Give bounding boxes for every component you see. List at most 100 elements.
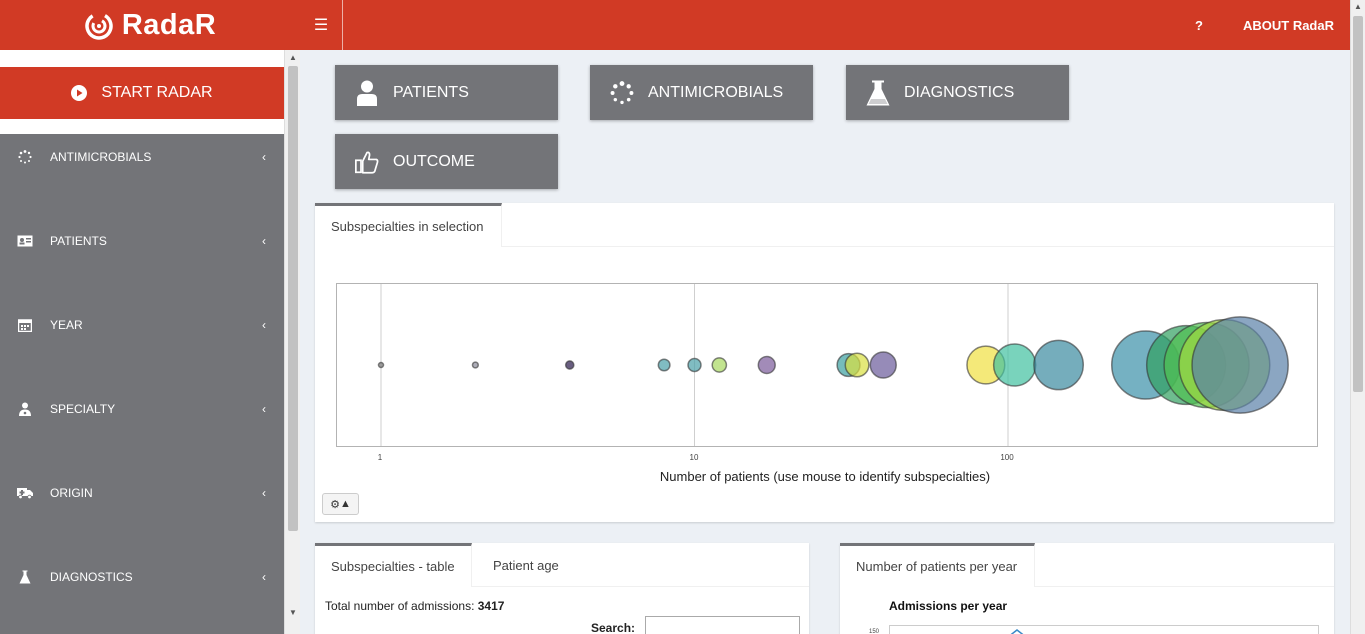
total-admissions: Total number of admissions: 3417 bbox=[325, 599, 504, 613]
bubble-chart[interactable] bbox=[337, 284, 1317, 446]
app-name: RadaR bbox=[121, 8, 217, 41]
diagnostics-button-label: DIAGNOSTICS bbox=[904, 83, 1015, 101]
year-chart-title: Admissions per year bbox=[889, 599, 1008, 613]
bubble-point[interactable] bbox=[657, 358, 671, 372]
bubble-point[interactable] bbox=[844, 352, 870, 378]
antimicrobials-button[interactable]: ANTIMICROBIALS bbox=[590, 65, 813, 120]
subspecialties-box: Subspecialties in selection 1 10 100 Num… bbox=[315, 203, 1334, 522]
user-icon bbox=[355, 80, 379, 106]
bubble-point[interactable] bbox=[1191, 316, 1289, 414]
bubble-point[interactable] bbox=[869, 351, 897, 379]
scroll-down-arrow-icon[interactable]: ▼ bbox=[289, 608, 297, 617]
sidebar-item-label: SPECIALTY bbox=[50, 402, 116, 416]
flask-icon bbox=[0, 570, 50, 584]
subspecialties-tabs: Subspecialties in selection bbox=[315, 203, 1334, 247]
sidebar-menu: START RADAR ANTIMICROBIALS ‹ PATIENTS ‹ bbox=[0, 50, 284, 634]
antimicrobials-button-label: ANTIMICROBIALS bbox=[648, 83, 784, 101]
start-radar-label: START RADAR bbox=[101, 84, 213, 101]
tab-patients-per-year[interactable]: Number of patients per year bbox=[840, 543, 1035, 587]
year-tabs: Number of patients per year bbox=[840, 543, 1334, 587]
patients-button-label: PATIENTS bbox=[393, 83, 469, 101]
sidebar-item-label: YEAR bbox=[50, 318, 83, 332]
sidebar-item-diagnostics[interactable]: DIAGNOSTICS ‹ bbox=[0, 557, 284, 597]
tab-label: Subspecialties - table bbox=[331, 559, 455, 574]
total-admissions-value: 3417 bbox=[477, 599, 505, 613]
help-link[interactable]: ? bbox=[1195, 18, 1203, 33]
tab-subspecialties-table[interactable]: Subspecialties - table bbox=[315, 543, 472, 587]
sidebar-item-origin[interactable]: ORIGIN ‹ bbox=[0, 473, 284, 513]
bubble-point[interactable] bbox=[711, 357, 728, 373]
play-circle-icon bbox=[71, 85, 88, 101]
table-tabs: Subspecialties - table Patient age bbox=[315, 543, 809, 587]
diagnostics-button[interactable]: DIAGNOSTICS bbox=[846, 65, 1069, 120]
plot-settings-button[interactable]: ⚙ ▲ bbox=[322, 493, 359, 515]
radar-logo-icon bbox=[85, 12, 113, 40]
total-admissions-label: Total number of admissions: bbox=[325, 599, 475, 613]
bubble-point[interactable] bbox=[471, 361, 480, 369]
sidebar-item-label: ANTIMICROBIALS bbox=[50, 150, 152, 164]
table-search-input[interactable] bbox=[645, 616, 800, 634]
chevron-left-icon: ‹ bbox=[262, 234, 266, 248]
chevron-left-icon: ‹ bbox=[262, 402, 266, 416]
start-radar-button[interactable]: START RADAR bbox=[0, 67, 284, 119]
bubble-point[interactable] bbox=[757, 355, 776, 375]
top-nav: ? ABOUT RadaR bbox=[1195, 0, 1334, 50]
sidebar-item-specialty[interactable]: SPECIALTY ‹ bbox=[0, 389, 284, 429]
id-card-icon bbox=[0, 235, 50, 247]
year-chart-line bbox=[1010, 629, 1024, 634]
scrollbar-thumb[interactable] bbox=[288, 66, 298, 531]
year-chart-tick: 150 bbox=[869, 629, 880, 634]
sidebar-item-label: PATIENTS bbox=[50, 234, 107, 248]
tab-label: Subspecialties in selection bbox=[331, 219, 484, 234]
flask-icon bbox=[866, 80, 890, 106]
user-md-icon bbox=[0, 402, 50, 416]
tab-subspecialties-in-selection[interactable]: Subspecialties in selection bbox=[315, 203, 502, 247]
x-tick-label: 10 bbox=[689, 453, 699, 462]
sidebar-scrollbar[interactable]: ▲ ▼ bbox=[284, 50, 300, 634]
bubble-point[interactable] bbox=[377, 361, 385, 369]
bubble-point[interactable] bbox=[687, 357, 702, 373]
sidebar-toggle-button[interactable]: ☰ bbox=[300, 0, 343, 50]
chevron-left-icon: ‹ bbox=[262, 318, 266, 332]
spinner-icon bbox=[0, 150, 50, 164]
sidebar-item-label: ORIGIN bbox=[50, 486, 93, 500]
tab-label: Patient age bbox=[493, 557, 559, 573]
tab-label: Number of patients per year bbox=[856, 559, 1018, 574]
chevron-left-icon: ‹ bbox=[262, 150, 266, 164]
sidebar-item-antimicrobials[interactable]: ANTIMICROBIALS ‹ bbox=[0, 137, 284, 177]
spinner-icon bbox=[610, 79, 634, 107]
top-header: RadaR ☰ ? ABOUT RadaR bbox=[0, 0, 1350, 50]
bubble-point[interactable] bbox=[564, 360, 575, 370]
main-content: PATIENTS ANTIMICROBIALS DIAGNOSTICS OUTC… bbox=[300, 50, 1350, 634]
page-scrollbar-thumb[interactable] bbox=[1353, 16, 1363, 392]
calendar-icon bbox=[0, 318, 50, 332]
gear-icon: ⚙ bbox=[330, 498, 340, 511]
x-tick-label: 1 bbox=[377, 453, 383, 462]
sidebar-item-patients[interactable]: PATIENTS ‹ bbox=[0, 221, 284, 261]
thumbs-up-icon bbox=[355, 148, 379, 176]
page-scrollbar[interactable]: ▲ bbox=[1350, 0, 1365, 634]
bubble-point[interactable] bbox=[1033, 339, 1085, 391]
ambulance-icon bbox=[0, 487, 50, 499]
patients-button[interactable]: PATIENTS bbox=[335, 65, 558, 120]
bubble-point[interactable] bbox=[992, 343, 1037, 387]
about-link[interactable]: ABOUT RadaR bbox=[1243, 18, 1334, 33]
sidebar: START RADAR ANTIMICROBIALS ‹ PATIENTS ‹ bbox=[0, 50, 300, 634]
caret-up-icon: ▲ bbox=[339, 498, 351, 510]
page-scroll-up-icon[interactable]: ▲ bbox=[1354, 2, 1362, 11]
year-chart-plot-area[interactable] bbox=[889, 625, 1319, 634]
sidebar-item-year[interactable]: YEAR ‹ bbox=[0, 305, 284, 345]
patients-per-year-box: Number of patients per year Admissions p… bbox=[840, 543, 1334, 634]
x-axis-label: Number of patients (use mouse to identif… bbox=[659, 469, 991, 484]
tab-patient-age[interactable]: Patient age bbox=[477, 543, 575, 587]
sidebar-menu-block: ANTIMICROBIALS ‹ PATIENTS ‹ YEAR ‹ SPECI… bbox=[0, 134, 284, 634]
scroll-up-arrow-icon[interactable]: ▲ bbox=[289, 53, 297, 62]
chevron-left-icon: ‹ bbox=[262, 570, 266, 584]
bubble-plot-area[interactable] bbox=[336, 283, 1318, 447]
app-logo[interactable]: RadaR bbox=[0, 0, 300, 50]
subspecialties-table-box: Subspecialties - table Patient age Total… bbox=[315, 543, 809, 634]
sidebar-item-label: DIAGNOSTICS bbox=[50, 570, 133, 584]
outcome-button-label: OUTCOME bbox=[393, 152, 475, 170]
chevron-left-icon: ‹ bbox=[262, 486, 266, 500]
outcome-button[interactable]: OUTCOME bbox=[335, 134, 558, 189]
